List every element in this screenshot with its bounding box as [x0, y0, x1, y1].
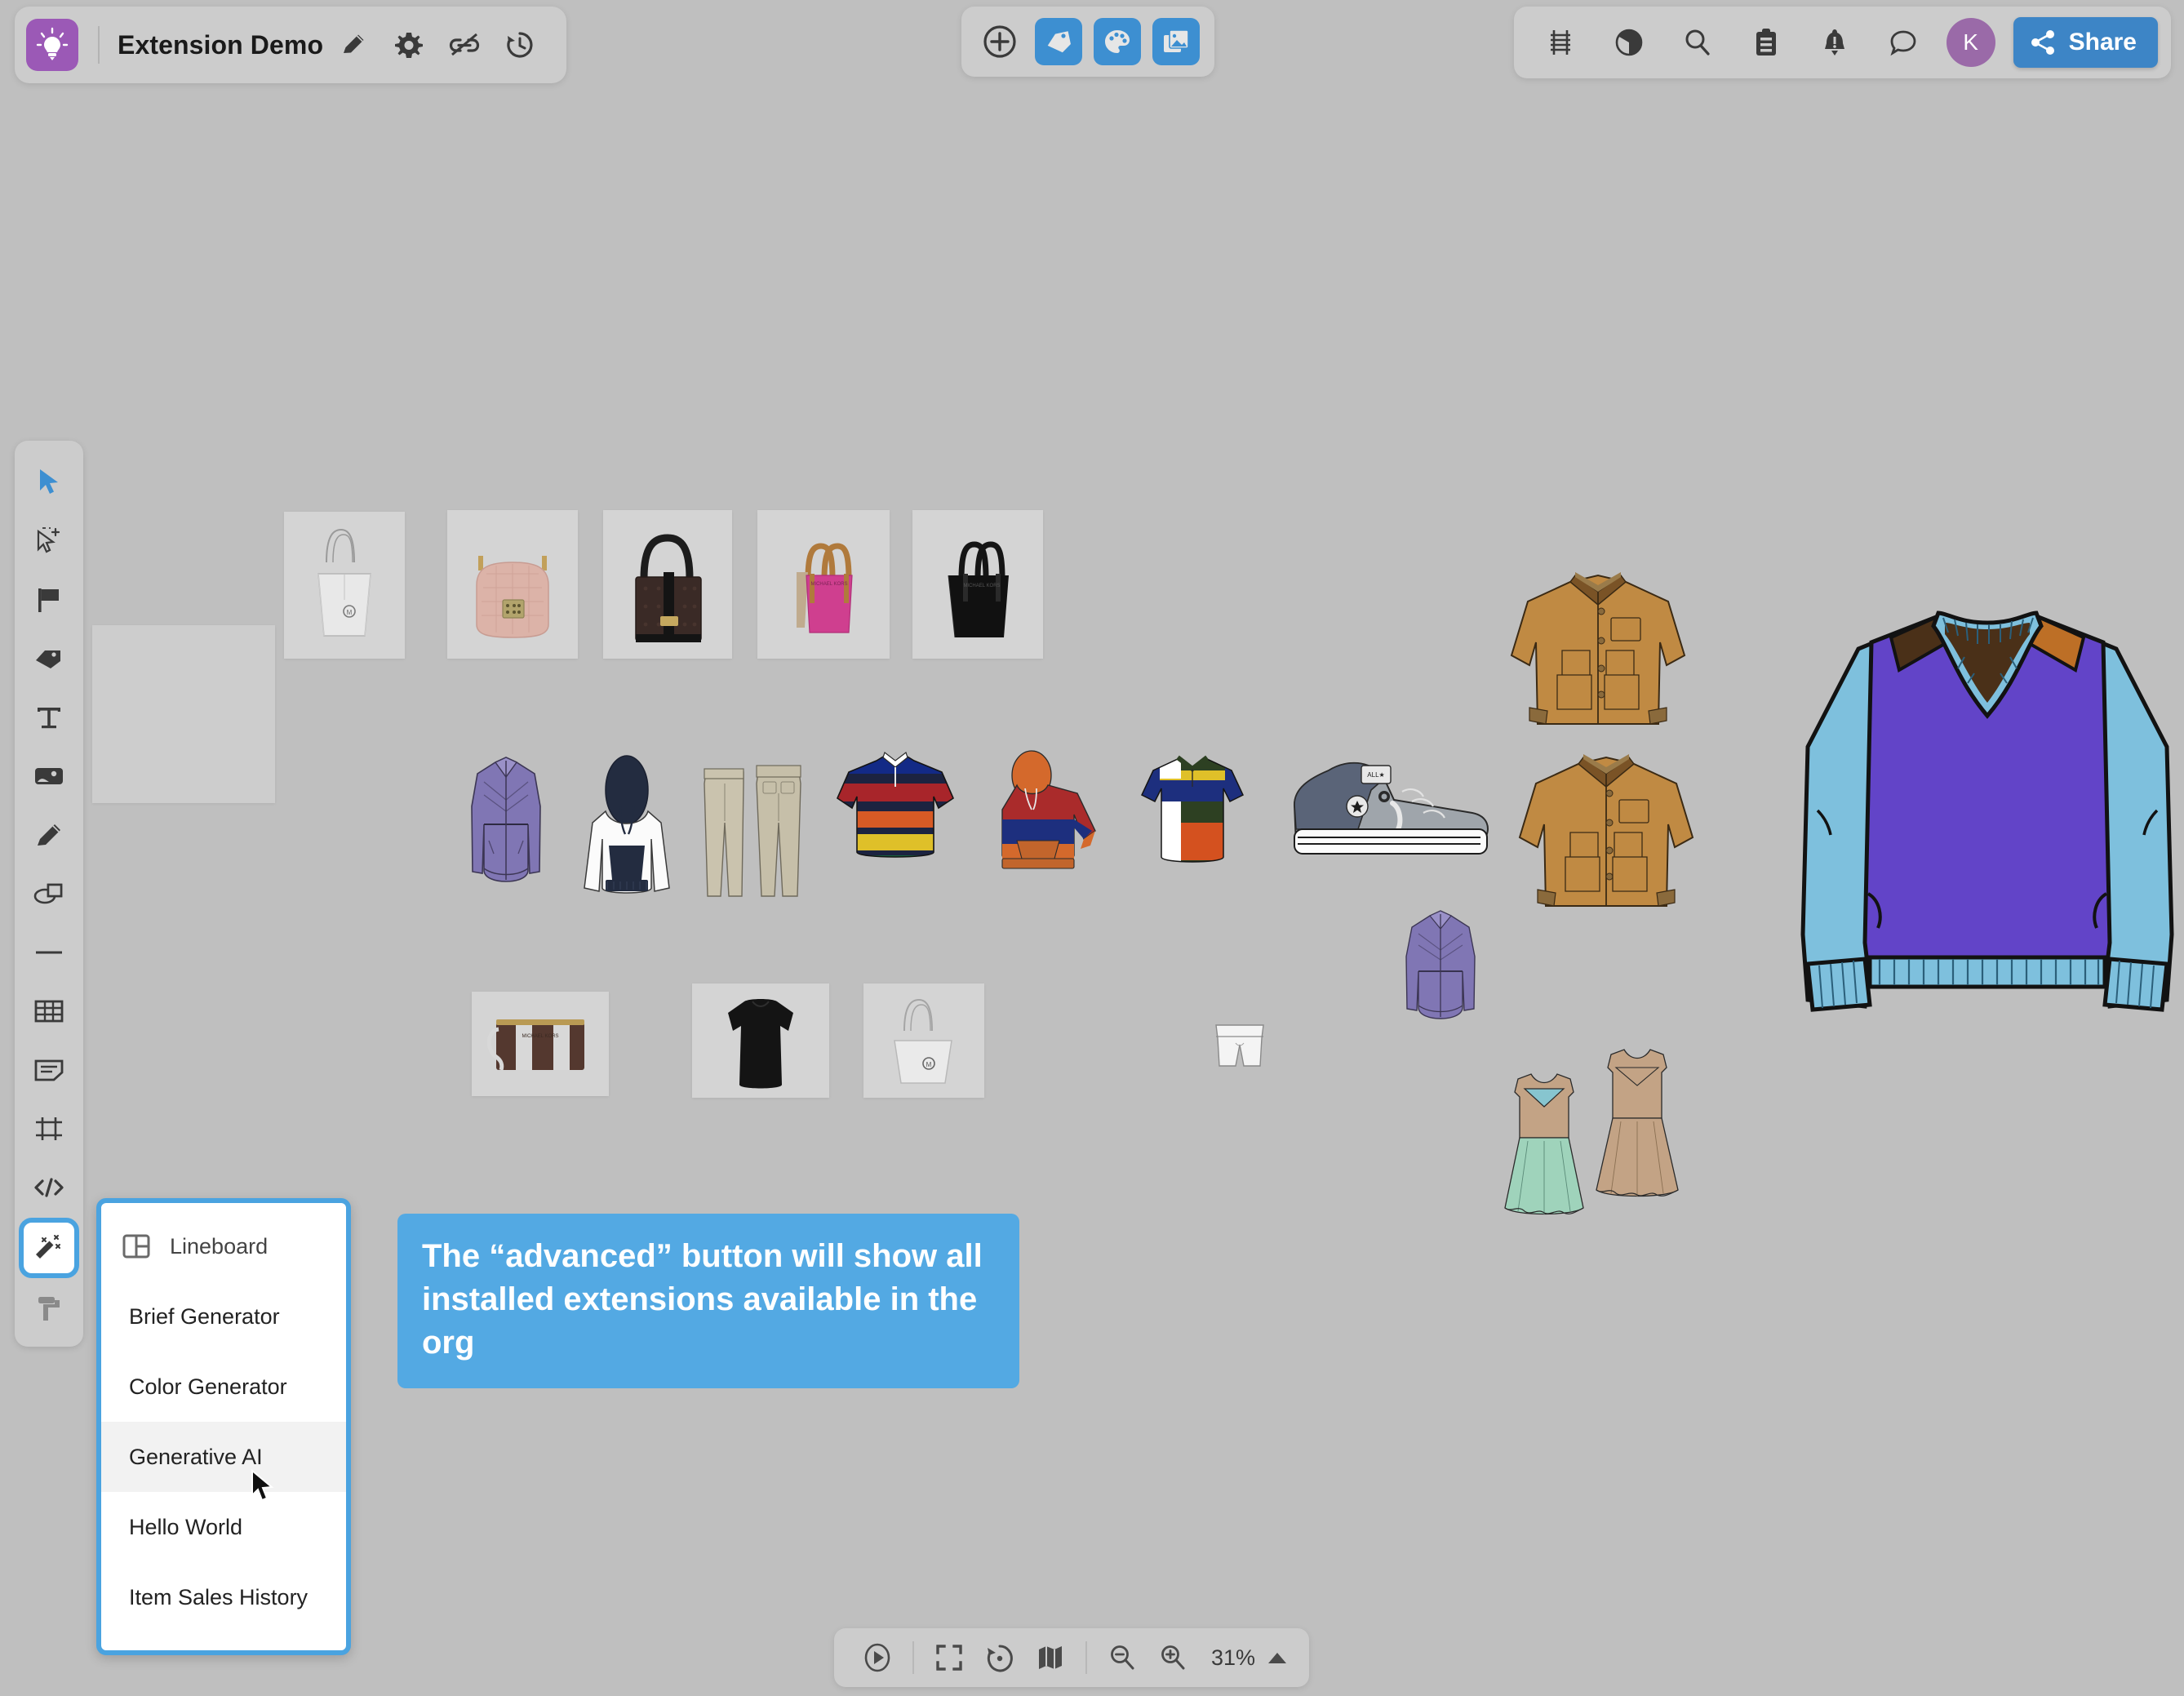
version-history-icon[interactable]: [495, 20, 545, 70]
tag-icon[interactable]: [1035, 18, 1082, 65]
svg-text:ALL★: ALL★: [1367, 771, 1384, 779]
flat-white-bike-shorts[interactable]: [1211, 1019, 1268, 1076]
magic-wand-extensions-tool[interactable]: [19, 1218, 79, 1278]
menu-item-label: Color Generator: [129, 1374, 287, 1399]
handbag-tile-black-flap[interactable]: [603, 510, 732, 659]
share-nodes-icon: [2030, 29, 2057, 56]
flat-striped-rugby-shirt[interactable]: [834, 749, 957, 876]
accessory-tile-striped-wristlet[interactable]: MICHAEL KORS: [472, 992, 609, 1096]
flat-colorblock-hoodie[interactable]: [986, 749, 1100, 884]
flat-purple-puffer-jacket[interactable]: [459, 749, 553, 900]
paint-roller-tool[interactable]: [20, 1280, 78, 1337]
shapes-tool[interactable]: [20, 865, 78, 922]
contrast-pie-icon[interactable]: [1604, 17, 1654, 68]
board-settings-icon[interactable]: [384, 20, 434, 70]
app-logo[interactable]: [26, 19, 78, 71]
reset-zoom-icon[interactable]: [974, 1632, 1025, 1683]
miro-style-board-app: M MICHAEL KORS MICHAEL KORS MICHAEL KORS…: [0, 0, 2184, 1696]
toolbar-divider-2: [1085, 1641, 1087, 1674]
menu-item-label: Item Sales History: [129, 1584, 309, 1609]
sticky-note-tool[interactable]: [20, 1041, 78, 1099]
toolbar-divider: [912, 1641, 914, 1674]
apparel-tile-black-tee-dress[interactable]: [692, 983, 829, 1098]
add-circle-icon[interactable]: [976, 18, 1023, 65]
canvas-mode-toolbar: [961, 7, 1214, 77]
flat-mint-dress[interactable]: [1500, 1068, 1588, 1223]
callout-sticky-note[interactable]: The “advanced” button will show all inst…: [397, 1214, 1019, 1389]
table-tool[interactable]: [20, 983, 78, 1040]
menu-item-hello-world[interactable]: Hello World: [101, 1492, 346, 1562]
board-actions-toolbar: K Share: [1513, 7, 2171, 78]
menu-item-brief-generator[interactable]: Brief Generator: [101, 1281, 346, 1352]
flat-khaki-pants-pair[interactable]: [698, 757, 809, 906]
flat-colorblock-polo[interactable]: [1139, 749, 1246, 872]
menu-item-label: Generative AI: [129, 1444, 263, 1469]
menu-item-label: Brief Generator: [129, 1303, 280, 1329]
search-icon[interactable]: [1672, 17, 1723, 68]
comment-icon[interactable]: [1878, 17, 1929, 68]
select-arrow-tool[interactable]: [20, 454, 78, 511]
handbag-tile-magenta-tote[interactable]: MICHAEL KORS: [757, 510, 890, 659]
menu-item-generative-ai[interactable]: Generative AI: [101, 1422, 346, 1492]
images-icon[interactable]: [1152, 18, 1200, 65]
board-header-bar: Extension Demo: [15, 7, 567, 83]
pencil-tool[interactable]: [20, 806, 78, 864]
share-button[interactable]: Share: [2013, 17, 2158, 68]
empty-placeholder-card[interactable]: [92, 625, 275, 803]
flat-tan-chore-jacket-top[interactable]: [1500, 569, 1696, 732]
multi-select-tool[interactable]: [20, 513, 78, 570]
line-tool[interactable]: [20, 924, 78, 981]
extensions-dropdown-menu[interactable]: Lineboard Brief Generator Color Generato…: [96, 1198, 351, 1655]
tag-tool[interactable]: [20, 630, 78, 687]
share-label: Share: [2068, 29, 2137, 55]
fit-to-screen-icon[interactable]: [924, 1632, 974, 1683]
image-tool[interactable]: [20, 748, 78, 805]
frame-tool[interactable]: [20, 1100, 78, 1157]
embed-code-tool[interactable]: [20, 1159, 78, 1216]
lineboard-layout-icon: [122, 1232, 150, 1260]
header-divider: [98, 26, 100, 64]
menu-item-label: Hello World: [129, 1514, 243, 1539]
menu-header-lineboard[interactable]: Lineboard: [101, 1211, 346, 1281]
flat-tan-dress[interactable]: [1591, 1043, 1683, 1206]
flat-purple-v-neck-sweater[interactable]: [1783, 592, 2184, 1032]
flat-white-navy-hoodie[interactable]: [578, 749, 676, 904]
palette-icon[interactable]: [1094, 18, 1141, 65]
play-presentation-icon[interactable]: [852, 1632, 903, 1683]
menu-item-item-sales-history[interactable]: Item Sales History: [101, 1562, 346, 1632]
page-title: Extension Demo: [118, 29, 324, 60]
svg-text:MICHAEL KORS: MICHAEL KORS: [522, 1034, 558, 1039]
left-tools-toolbar: [15, 441, 83, 1347]
flat-gray-high-top-sneaker[interactable]: ALL★: [1280, 751, 1492, 873]
zoom-level-value[interactable]: 31%: [1211, 1645, 1255, 1671]
handbag-tile-pink-quilted-flap[interactable]: [447, 510, 578, 659]
clipboard-icon[interactable]: [1741, 17, 1791, 68]
minimap-icon[interactable]: [1025, 1632, 1076, 1683]
zoom-out-icon[interactable]: [1097, 1632, 1147, 1683]
handbag-tile-white-tote-small[interactable]: M: [863, 983, 984, 1098]
edit-title-icon[interactable]: [328, 20, 379, 70]
flat-small-purple-puffer[interactable]: [1394, 904, 1490, 1028]
unlink-icon[interactable]: [439, 20, 490, 70]
avatar[interactable]: K: [1946, 18, 1995, 67]
svg-text:M: M: [347, 609, 353, 616]
menu-header-label: Lineboard: [170, 1233, 269, 1259]
zoom-toolbar: 31%: [834, 1628, 1310, 1687]
svg-text:MICHAEL KORS: MICHAEL KORS: [963, 584, 1000, 588]
ladder-grid-icon[interactable]: [1535, 17, 1586, 68]
flat-tan-chore-jacket-bottom[interactable]: [1508, 751, 1704, 914]
chevron-up-icon[interactable]: [1263, 1632, 1291, 1683]
handbag-tile-black-tote[interactable]: MICHAEL KORS: [912, 510, 1043, 659]
flag-tool[interactable]: [20, 571, 78, 628]
svg-text:MICHAEL KORS: MICHAEL KORS: [810, 582, 847, 587]
notifications-bell-icon[interactable]: [1809, 17, 1860, 68]
svg-text:M: M: [926, 1061, 932, 1068]
handbag-tile-white-tote[interactable]: M: [284, 512, 405, 659]
menu-item-color-generator[interactable]: Color Generator: [101, 1352, 346, 1422]
text-tool[interactable]: [20, 689, 78, 746]
zoom-in-icon[interactable]: [1147, 1632, 1198, 1683]
